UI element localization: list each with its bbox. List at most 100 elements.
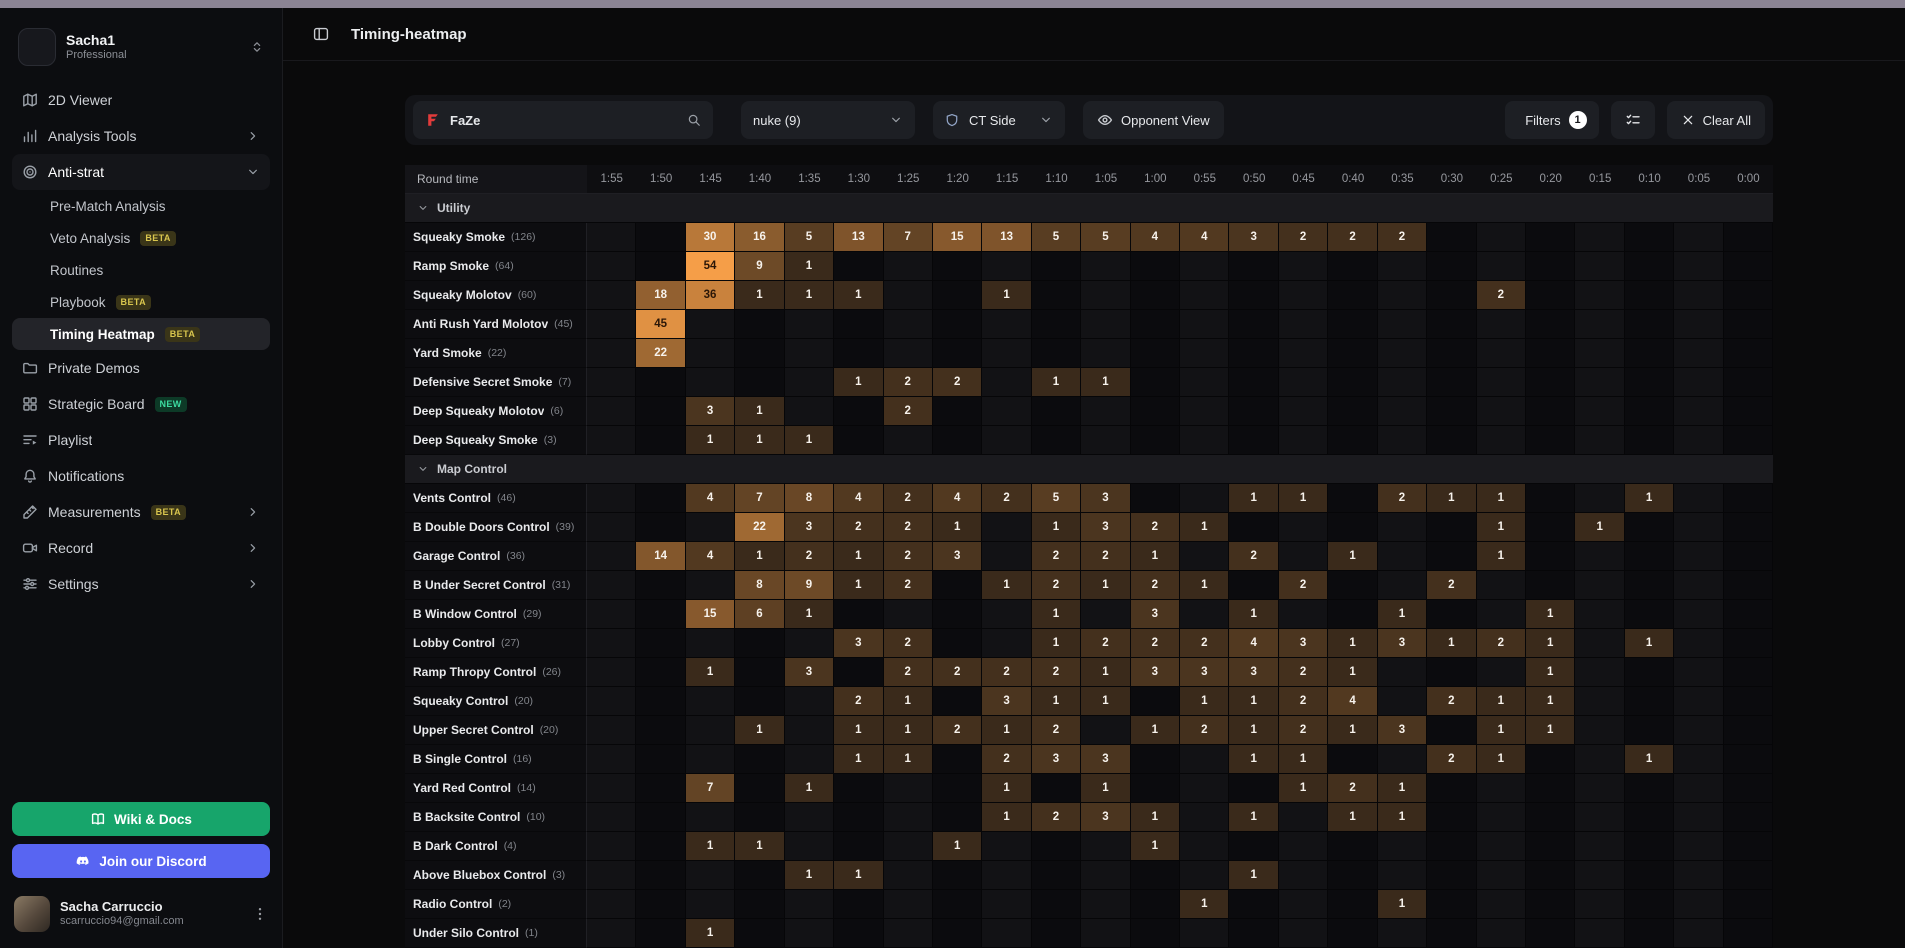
sidebar-item-record[interactable]: Record — [12, 530, 270, 566]
heatmap-cell[interactable]: 2 — [884, 542, 933, 571]
heatmap-cell[interactable]: 1 — [1081, 571, 1130, 600]
heatmap-cell[interactable]: 1 — [1477, 484, 1526, 513]
dots-vertical-icon[interactable] — [252, 906, 268, 922]
heatmap-cell[interactable]: 3 — [686, 397, 735, 426]
heatmap-cell[interactable]: 1 — [735, 716, 784, 745]
row-label[interactable]: B Under Secret Control(31) — [405, 571, 587, 600]
row-label[interactable]: Anti Rush Yard Molotov(45) — [405, 310, 587, 339]
heatmap-cell[interactable]: 1 — [1032, 687, 1081, 716]
heatmap-cell[interactable]: 1 — [1378, 600, 1427, 629]
heatmap-cell[interactable]: 1 — [1477, 716, 1526, 745]
sidebar-item-anti-strat[interactable]: Anti-strat — [12, 154, 270, 190]
heatmap-cell[interactable]: 1 — [1032, 368, 1081, 397]
sidebar-item-strategic-board[interactable]: Strategic BoardNEW — [12, 386, 270, 422]
map-select[interactable]: nuke (9) — [741, 101, 915, 139]
list-checks-button[interactable] — [1611, 101, 1655, 139]
heatmap-cell[interactable]: 1 — [686, 919, 735, 948]
heatmap-cell[interactable]: 3 — [1081, 745, 1130, 774]
heatmap-cell[interactable]: 2 — [1477, 281, 1526, 310]
row-label[interactable]: Ramp Thropy Control(26) — [405, 658, 587, 687]
heatmap-cell[interactable]: 16 — [735, 223, 784, 252]
row-label[interactable]: Upper Secret Control(20) — [405, 716, 587, 745]
heatmap-cell[interactable]: 1 — [686, 658, 735, 687]
heatmap-cell[interactable]: 2 — [834, 687, 883, 716]
heatmap-cell[interactable]: 1 — [1477, 745, 1526, 774]
heatmap-cell[interactable]: 3 — [1131, 658, 1180, 687]
heatmap-cell[interactable]: 1 — [1180, 687, 1229, 716]
heatmap-cell[interactable]: 2 — [1477, 629, 1526, 658]
heatmap-cell[interactable]: 2 — [1427, 571, 1476, 600]
heatmap-cell[interactable]: 2 — [933, 716, 982, 745]
row-label[interactable]: Ramp Smoke(64) — [405, 252, 587, 281]
heatmap-cell[interactable]: 1 — [1180, 513, 1229, 542]
heatmap-cell[interactable]: 1 — [1131, 716, 1180, 745]
heatmap-cell[interactable]: 2 — [1378, 484, 1427, 513]
heatmap-cell[interactable]: 2 — [785, 542, 834, 571]
sidebar-item-playlist[interactable]: Playlist — [12, 422, 270, 458]
heatmap-cell[interactable]: 2 — [1328, 223, 1377, 252]
heatmap-cell[interactable]: 1 — [785, 861, 834, 890]
opponent-view-button[interactable]: Opponent View — [1083, 101, 1224, 139]
sidebar-item-analysis-tools[interactable]: Analysis Tools — [12, 118, 270, 154]
heatmap-cell[interactable]: 2 — [1081, 542, 1130, 571]
heatmap-cell[interactable]: 1 — [1229, 861, 1278, 890]
heatmap-cell[interactable]: 1 — [1229, 716, 1278, 745]
heatmap-cell[interactable]: 1 — [982, 803, 1031, 832]
sidebar-item-pre-match-analysis[interactable]: Pre-Match Analysis — [12, 190, 270, 222]
heatmap-cell[interactable]: 5 — [785, 223, 834, 252]
heatmap-cell[interactable]: 4 — [1180, 223, 1229, 252]
heatmap-cell[interactable]: 1 — [735, 426, 784, 455]
heatmap-cell[interactable]: 22 — [636, 339, 685, 368]
heatmap-cell[interactable]: 2 — [1032, 542, 1081, 571]
row-label[interactable]: Yard Red Control(14) — [405, 774, 587, 803]
heatmap-cell[interactable]: 1 — [982, 774, 1031, 803]
heatmap-cell[interactable]: 1 — [1279, 774, 1328, 803]
heatmap-cell[interactable]: 1 — [1328, 716, 1377, 745]
heatmap-cell[interactable]: 3 — [1032, 745, 1081, 774]
heatmap-cell[interactable]: 1 — [1229, 803, 1278, 832]
heatmap-cell[interactable]: 1 — [1625, 745, 1674, 774]
heatmap-cell[interactable]: 54 — [686, 252, 735, 281]
heatmap-cell[interactable]: 5 — [1032, 223, 1081, 252]
heatmap-cell[interactable]: 22 — [735, 513, 784, 542]
heatmap-cell[interactable]: 1 — [1625, 629, 1674, 658]
heatmap-cell[interactable]: 3 — [1081, 803, 1130, 832]
heatmap-cell[interactable]: 1 — [1378, 803, 1427, 832]
workspace-selector[interactable]: Sacha1 Professional — [12, 20, 270, 74]
sidebar-item-routines[interactable]: Routines — [12, 254, 270, 286]
heatmap-cell[interactable]: 1 — [834, 745, 883, 774]
heatmap-cell[interactable]: 3 — [1229, 658, 1278, 687]
heatmap-cell[interactable]: 2 — [1427, 745, 1476, 774]
heatmap-cell[interactable]: 1 — [785, 281, 834, 310]
heatmap-cell[interactable]: 2 — [1032, 716, 1081, 745]
sidebar-item-veto-analysis[interactable]: Veto AnalysisBETA — [12, 222, 270, 254]
heatmap-cell[interactable]: 1 — [785, 426, 834, 455]
heatmap-cell[interactable]: 4 — [1131, 223, 1180, 252]
heatmap-cell[interactable]: 2 — [1279, 716, 1328, 745]
heatmap-cell[interactable]: 13 — [834, 223, 883, 252]
heatmap-cell[interactable]: 1 — [834, 716, 883, 745]
heatmap-cell[interactable]: 2 — [884, 658, 933, 687]
heatmap-cell[interactable]: 1 — [1229, 687, 1278, 716]
heatmap-cell[interactable]: 1 — [834, 861, 883, 890]
heatmap-cell[interactable]: 5 — [1081, 223, 1130, 252]
heatmap-cell[interactable]: 4 — [933, 484, 982, 513]
sidebar-item-2d-viewer[interactable]: 2D Viewer — [12, 82, 270, 118]
heatmap-cell[interactable]: 2 — [1032, 803, 1081, 832]
heatmap-cell[interactable]: 2 — [1279, 571, 1328, 600]
heatmap-cell[interactable]: 2 — [933, 658, 982, 687]
heatmap-cell[interactable]: 1 — [1131, 803, 1180, 832]
heatmap-cell[interactable]: 2 — [1032, 658, 1081, 687]
heatmap-cell[interactable]: 7 — [884, 223, 933, 252]
heatmap-cell[interactable]: 3 — [1378, 716, 1427, 745]
heatmap-cell[interactable]: 4 — [834, 484, 883, 513]
heatmap-cell[interactable]: 1 — [1131, 832, 1180, 861]
row-label[interactable]: Under Silo Control(1) — [405, 919, 587, 948]
sidebar-item-notifications[interactable]: Notifications — [12, 458, 270, 494]
heatmap-cell[interactable]: 2 — [1328, 774, 1377, 803]
heatmap-cell[interactable]: 9 — [735, 252, 784, 281]
heatmap-cell[interactable]: 1 — [1279, 745, 1328, 774]
heatmap-cell[interactable]: 45 — [636, 310, 685, 339]
heatmap-cell[interactable]: 1 — [834, 368, 883, 397]
sidebar-item-playbook[interactable]: PlaybookBETA — [12, 286, 270, 318]
